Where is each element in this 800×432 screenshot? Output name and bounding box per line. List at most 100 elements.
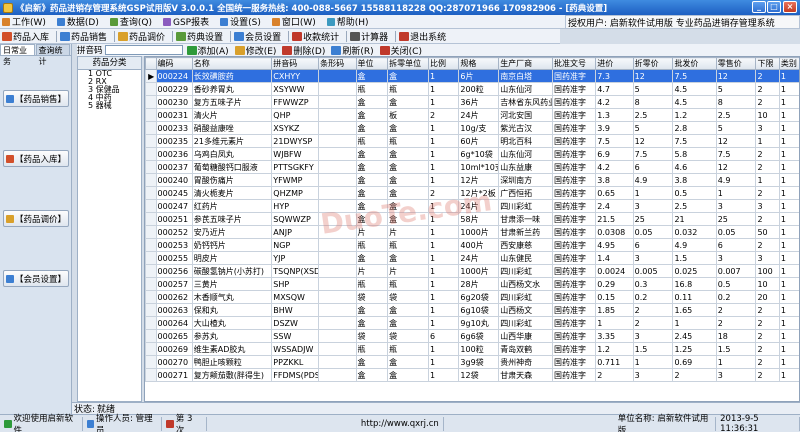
table-cell[interactable]: 盒 — [355, 121, 389, 135]
column-header[interactable]: 批准文号 — [551, 57, 597, 70]
table-cell[interactable]: 四川彩虹 — [498, 264, 553, 278]
table-cell[interactable]: 2 — [595, 368, 634, 382]
table-cell[interactable]: 0.69 — [672, 355, 717, 369]
table-row[interactable]: 000257 三黄片 SHP 瓶瓶 1 28片 山西杨文水 国药准字 0.29 0.3 16.8 0.… — [145, 277, 799, 291]
table-cell[interactable]: 2.5 — [632, 108, 674, 122]
table-cell[interactable]: 3.35 — [595, 329, 634, 343]
table-cell[interactable]: 000229 — [155, 82, 193, 96]
table-cell[interactable]: 0.0024 — [595, 264, 634, 278]
table-cell[interactable]: 4.7 — [595, 82, 634, 96]
exit-button[interactable]: 退出系统 — [398, 30, 449, 43]
table-cell[interactable]: 国药准字 — [551, 199, 597, 213]
table-cell[interactable]: 28片 — [458, 277, 500, 291]
column-header[interactable]: 拆零单位 — [387, 57, 430, 70]
table-cell[interactable]: 0.5 — [715, 277, 757, 291]
table-cell[interactable]: 1 — [428, 290, 460, 304]
table-cell[interactable]: 乌鸡白凤丸 — [191, 147, 273, 161]
table-cell[interactable]: 5 — [715, 82, 757, 96]
table-cell[interactable]: 18 — [715, 329, 757, 343]
table-cell[interactable]: 1 — [778, 160, 799, 174]
table-cell[interactable]: TSQNP(XSD) — [271, 264, 320, 278]
table-cell[interactable]: 盒 — [355, 69, 389, 83]
table-cell[interactable]: 片 — [355, 264, 389, 278]
table-cell[interactable]: 16.8 — [672, 277, 717, 291]
table-cell[interactable]: 复方五味子片 — [191, 95, 273, 109]
table-cell[interactable]: 12片*2板 — [458, 186, 500, 200]
table-cell[interactable]: 7.5 — [672, 69, 717, 83]
table-cell[interactable]: 000236 — [155, 147, 193, 161]
table-cell[interactable]: 1.5 — [632, 342, 674, 356]
table-cell[interactable]: 山西华康 — [498, 329, 553, 343]
table-cell[interactable]: 1 — [428, 212, 460, 226]
table-cell[interactable]: 6 — [428, 329, 460, 343]
table-row[interactable]: 000265 参苏丸 SSW 袋袋 6 6g6袋 山西华康 国药准字 3.35 3 2.45 18 2 1 — [145, 329, 799, 343]
table-row[interactable]: 000236 乌鸡白凤丸 WJBFW 盒盒 1 6g*10袋 山东仙河 国药准字 6.9 7.5 5… — [145, 147, 799, 161]
table-cell[interactable]: 0.0308 — [595, 225, 634, 239]
table-cell[interactable]: 2 — [755, 147, 780, 161]
table-cell[interactable]: 1 — [428, 173, 460, 187]
table-cell[interactable]: 片 — [387, 225, 430, 239]
table-cell[interactable]: 河北安国 — [498, 108, 553, 122]
table-cell[interactable]: 3 — [715, 368, 757, 382]
table-cell[interactable]: 1 — [778, 147, 799, 161]
table-cell[interactable]: 国药准字 — [551, 95, 597, 109]
table-cell[interactable]: 000251 — [155, 212, 193, 226]
table-cell[interactable]: 10ml*10支 — [458, 160, 500, 174]
refresh-button[interactable]: 刷新(R) — [330, 44, 376, 57]
table-cell[interactable]: 6片 — [458, 69, 500, 83]
table-cell[interactable]: 清火栀麦片 — [191, 186, 273, 200]
table-cell[interactable]: 1 — [778, 355, 799, 369]
table-cell[interactable]: 3 — [632, 329, 674, 343]
table-cell[interactable]: 吉林省东风药业 — [498, 95, 553, 109]
table-cell[interactable] — [318, 160, 357, 174]
table-cell[interactable]: 葡萄糖酸钙口服液 — [191, 160, 273, 174]
table-cell[interactable]: 1 — [778, 342, 799, 356]
table-cell[interactable]: 2 — [755, 186, 780, 200]
table-cell[interactable]: 盒 — [387, 368, 430, 382]
table-cell[interactable]: 盒 — [387, 160, 430, 174]
left-sales-button[interactable]: 【药品销售】 — [3, 90, 69, 107]
table-cell[interactable]: HYP — [271, 199, 320, 213]
table-cell[interactable]: 000257 — [155, 277, 193, 291]
table-cell[interactable]: 四川彩虹 — [498, 290, 553, 304]
table-cell[interactable]: 0.2 — [632, 290, 674, 304]
table-cell[interactable]: 3 — [632, 368, 674, 382]
table-cell[interactable]: FFDMS(PDS) — [271, 368, 320, 382]
table-cell[interactable]: 四川彩虹 — [498, 316, 553, 330]
table-cell[interactable]: 000245 — [155, 186, 193, 200]
table-cell[interactable]: 5 — [632, 82, 674, 96]
table-cell[interactable]: 1.2 — [672, 108, 717, 122]
table-cell[interactable]: 12 — [715, 69, 757, 83]
table-cell[interactable]: 1 — [778, 95, 799, 109]
table-cell[interactable] — [318, 199, 357, 213]
table-cell[interactable]: 1 — [595, 316, 634, 330]
table-cell[interactable]: 2 — [632, 316, 674, 330]
table-cell[interactable]: 100 — [755, 264, 780, 278]
table-cell[interactable]: 1 — [428, 277, 460, 291]
table-row[interactable]: 000251 参芪五味子片 SQWWZP 盒盒 1 58片 甘肃添一味 国药准字 21.5 25 2… — [145, 212, 799, 226]
table-cell[interactable]: 盒 — [387, 95, 430, 109]
table-cell[interactable]: 甘肃添一味 — [498, 212, 553, 226]
price-adjust-button[interactable]: 药品调价 — [117, 30, 168, 43]
table-cell[interactable]: 国药准字 — [551, 108, 597, 122]
table-cell[interactable]: 2.5 — [715, 108, 757, 122]
table-cell[interactable]: 3g9袋 — [458, 355, 500, 369]
table-cell[interactable]: 1 — [428, 199, 460, 213]
table-cell[interactable]: 国药准字 — [551, 238, 597, 252]
table-cell[interactable]: 7.5 — [715, 147, 757, 161]
table-cell[interactable]: 0.05 — [715, 225, 757, 239]
column-header[interactable]: 单位 — [355, 57, 389, 70]
table-cell[interactable]: 3 — [755, 251, 780, 265]
table-cell[interactable]: 盒 — [387, 147, 430, 161]
table-cell[interactable]: 盒 — [387, 303, 430, 317]
table-cell[interactable]: 0.007 — [715, 264, 757, 278]
table-cell[interactable]: 4.9 — [672, 238, 717, 252]
table-cell[interactable]: 1 — [778, 134, 799, 148]
left-price-adjust-button[interactable]: 【药品调价】 — [3, 210, 69, 227]
menu-window[interactable]: 窗口(W) — [270, 15, 319, 29]
table-cell[interactable]: 8 — [632, 95, 674, 109]
table-row[interactable]: 000252 安乃近片 ANJP 片片 1 1000片 甘肃新兰药 国药准字 0.0308 0.0… — [145, 225, 799, 239]
table-cell[interactable]: 1 — [778, 69, 799, 83]
table-cell[interactable]: PTTSGKFY — [271, 160, 320, 174]
table-cell[interactable]: 盒 — [387, 121, 430, 135]
